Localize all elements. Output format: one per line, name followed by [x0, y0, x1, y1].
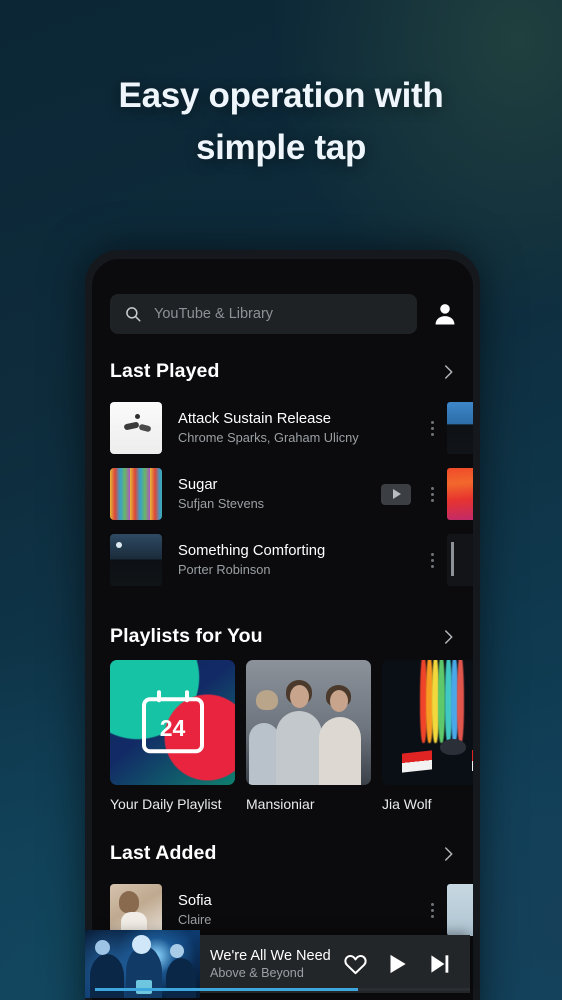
mini-player[interactable]: We're All We Need Above & Beyond [85, 930, 470, 998]
track-meta: Sofia Claire [162, 893, 423, 927]
more-vertical-icon[interactable] [423, 486, 441, 502]
section-title: Last Added [110, 842, 217, 864]
track-title: Attack Sustain Release [178, 411, 331, 427]
track-title: Sofia [178, 893, 212, 909]
album-art [110, 534, 162, 586]
section-header-playlists[interactable]: Playlists for You [92, 593, 473, 660]
player-meta: We're All We Need Above & Beyond [210, 948, 343, 980]
album-art [447, 402, 473, 454]
heart-outline-icon[interactable] [343, 952, 368, 977]
chevron-right-icon[interactable] [439, 363, 457, 381]
chevron-right-icon[interactable] [439, 845, 457, 863]
table-row[interactable]: Attack Sustain Release Chrome Sparks, Gr… [92, 395, 473, 461]
album-art [110, 468, 162, 520]
youtube-play-icon[interactable] [381, 483, 411, 505]
playlist-label: Your Daily Playlist [110, 796, 222, 812]
track-meta: Attack Sustain Release Chrome Sparks, Gr… [162, 411, 423, 445]
list-item[interactable]: Mansioniar [246, 660, 371, 812]
playlist-label: Jia Wolf [382, 796, 432, 812]
player-track-artist: Above & Beyond [210, 966, 304, 980]
section-title: Last Played [110, 360, 220, 382]
player-controls [343, 951, 470, 977]
phone-mockup: YouTube & Library Last Played Attack Sus… [85, 250, 480, 1000]
playlist-cover [382, 660, 473, 785]
flag-icon [402, 750, 432, 773]
track-title: Sugar [178, 477, 218, 493]
flag-icon [472, 750, 473, 772]
more-vertical-icon[interactable] [423, 902, 441, 918]
player-progress-fill [95, 988, 358, 991]
track-artist: Chrome Sparks, Graham Ulicny [178, 430, 359, 445]
app-screen: YouTube & Library Last Played Attack Sus… [92, 259, 473, 1000]
table-row[interactable]: Something Comforting Porter Robinson [92, 527, 473, 593]
calendar-day-number: 24 [159, 714, 186, 741]
calendar-icon: 24 [141, 689, 204, 753]
table-row[interactable]: Sugar Sufjan Stevens [92, 461, 473, 527]
player-track-title: We're All We Need [210, 948, 331, 964]
album-art [110, 884, 162, 936]
list-item[interactable]: Jia Wolf [382, 660, 473, 812]
list-item[interactable]: 24 Your Daily Playlist [110, 660, 235, 812]
more-vertical-icon[interactable] [423, 552, 441, 568]
account-person-icon[interactable] [431, 300, 459, 328]
track-meta: Something Comforting Porter Robinson [162, 543, 423, 577]
search-placeholder: YouTube & Library [154, 306, 274, 322]
section-header-last-played[interactable]: Last Played [92, 334, 473, 395]
player-progress-bar[interactable] [95, 988, 470, 991]
track-artist: Sufjan Stevens [178, 496, 265, 511]
album-art [447, 534, 473, 586]
track-meta: Sugar Sufjan Stevens [162, 477, 381, 511]
album-art [447, 884, 473, 936]
play-icon[interactable] [384, 951, 410, 977]
promo-headline: Easy operation with simple tap [0, 70, 562, 174]
headline-line-1: Easy operation with [118, 76, 444, 115]
playlist-label: Mansioniar [246, 796, 315, 812]
track-artist: Porter Robinson [178, 562, 271, 577]
playlist-card-list: 24 Your Daily Playlist Mansioniar Jia Wo… [92, 660, 473, 812]
search-icon [126, 307, 141, 322]
playlist-cover [246, 660, 371, 785]
album-art [447, 468, 473, 520]
track-artist: Claire [178, 912, 212, 927]
album-art [110, 402, 162, 454]
section-title: Playlists for You [110, 625, 263, 647]
skip-next-icon[interactable] [426, 951, 452, 977]
playlist-cover: 24 [110, 660, 235, 785]
track-title: Something Comforting [178, 543, 326, 559]
chevron-right-icon[interactable] [439, 628, 457, 646]
search-input[interactable]: YouTube & Library [110, 294, 417, 334]
headline-line-2: simple tap [195, 127, 367, 167]
more-vertical-icon[interactable] [423, 420, 441, 436]
top-bar: YouTube & Library [92, 259, 473, 334]
section-header-last-added[interactable]: Last Added [92, 812, 473, 877]
